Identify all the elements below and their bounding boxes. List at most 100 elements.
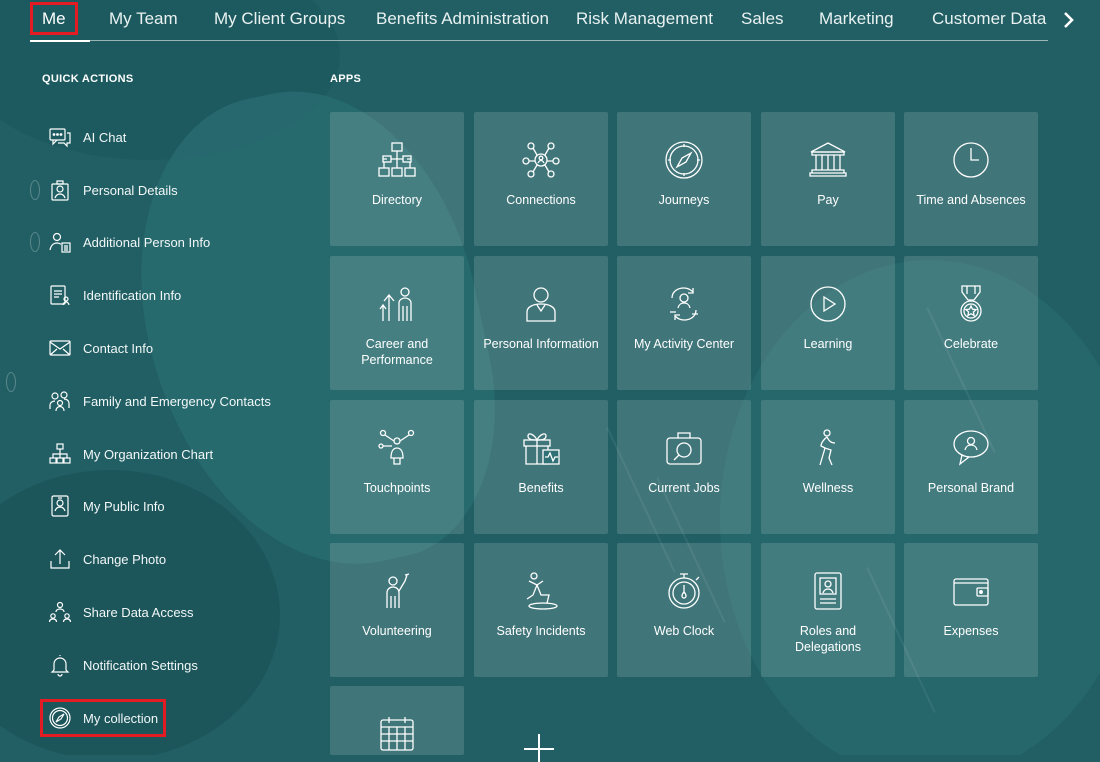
- active-tab-underline: [30, 40, 90, 42]
- app-tile-label: Benefits: [518, 481, 564, 495]
- app-tile-directory[interactable]: Directory: [330, 112, 464, 246]
- badge-icon: [51, 495, 69, 517]
- app-tile-label: Expenses: [943, 624, 999, 638]
- quick-action-label: Family and Emergency Contacts: [83, 393, 271, 409]
- app-tile-label: My Activity Center: [633, 337, 735, 351]
- app-tile-celebrate[interactable]: Celebrate: [904, 256, 1038, 390]
- compass-icon: [665, 141, 703, 179]
- quick-action-label: Share Data Access: [83, 604, 194, 620]
- app-tile-roles-and-delegations[interactable]: Roles and Delegations: [761, 543, 895, 677]
- app-tile-web-clock[interactable]: Web Clock: [617, 543, 751, 677]
- quick-action-my-public-info[interactable]: My Public Info: [48, 489, 308, 523]
- bank-icon: [809, 142, 847, 177]
- quick-action-label: Additional Person Info: [83, 234, 211, 250]
- connections-icon: [522, 142, 560, 178]
- nav-tab-customer-data[interactable]: Customer Data P: [932, 6, 1050, 32]
- app-tile-label: Current Jobs: [648, 481, 720, 495]
- app-tile-label: Connections: [506, 193, 576, 207]
- stopwatch-icon: [668, 573, 700, 609]
- app-tile-label: Pay: [817, 193, 839, 207]
- app-tile-label: Volunteering: [362, 624, 432, 638]
- nav-tab-benefits-administration[interactable]: Benefits Administration: [376, 6, 549, 32]
- app-tile-benefits[interactable]: Benefits: [474, 400, 608, 534]
- chevron-right-icon[interactable]: [1059, 10, 1079, 32]
- app-tile-label: Directory: [371, 193, 422, 207]
- person-card-icon: [51, 180, 69, 201]
- volunteer-icon: [386, 573, 410, 608]
- nav-tab-risk-management[interactable]: Risk Management: [576, 6, 713, 32]
- quick-action-label: Notification Settings: [83, 657, 198, 673]
- app-tile-current-jobs[interactable]: Current Jobs: [617, 400, 751, 534]
- family-icon: [49, 391, 70, 412]
- app-tile-safety-incidents[interactable]: Safety Incidents: [474, 543, 608, 677]
- decorative-ring: [6, 372, 16, 392]
- medal-icon: [960, 285, 982, 322]
- chat-icon: [49, 128, 71, 148]
- quick-action-label: Identification Info: [83, 287, 182, 303]
- app-tile-pay[interactable]: Pay: [761, 112, 895, 246]
- app-tile-connections[interactable]: Connections: [474, 112, 608, 246]
- app-tile-label: Journeys: [658, 193, 710, 207]
- nav-divider: [90, 40, 1048, 41]
- app-tile-label: Wellness: [802, 481, 854, 495]
- top-navigation: Me My Team My Client Groups Benefits Adm…: [0, 0, 1100, 42]
- quick-action-label: Personal Details: [83, 182, 178, 198]
- app-tile-label: Touchpoints: [363, 481, 431, 495]
- bell-icon: [50, 655, 70, 677]
- app-tile-touchpoints[interactable]: Touchpoints: [330, 400, 464, 534]
- app-tile-learning[interactable]: Learning: [761, 256, 895, 390]
- app-tile-journeys[interactable]: Journeys: [617, 112, 751, 246]
- share-people-icon: [48, 601, 72, 623]
- person-icon: [526, 287, 556, 322]
- nav-tab-my-team[interactable]: My Team: [109, 6, 178, 32]
- app-tile-label: Personal Information: [483, 337, 599, 351]
- decorative-ring: [30, 180, 40, 200]
- quick-action-family-contacts[interactable]: Family and Emergency Contacts: [48, 384, 308, 418]
- highlight-box-me: [30, 2, 78, 35]
- app-tile-volunteering[interactable]: Volunteering: [330, 543, 464, 677]
- play-icon: [810, 286, 846, 322]
- app-tile-time-and-absences[interactable]: Time and Absences: [904, 112, 1038, 246]
- app-tile-label: Safety Incidents: [496, 624, 586, 638]
- org-chart-icon: [49, 443, 71, 464]
- nav-tab-my-client-groups[interactable]: My Client Groups: [214, 6, 345, 32]
- app-tile-expenses[interactable]: Expenses: [904, 543, 1038, 677]
- roles-icon: [814, 572, 842, 610]
- directory-icon: [378, 142, 416, 177]
- quick-action-label: Change Photo: [83, 551, 167, 567]
- app-tile-personal-brand[interactable]: Personal Brand: [904, 400, 1038, 534]
- quick-action-personal-details[interactable]: Personal Details: [48, 173, 308, 207]
- nav-tab-marketing[interactable]: Marketing: [819, 6, 894, 32]
- app-tile-wellness[interactable]: Wellness: [761, 400, 895, 534]
- quick-action-contact-info[interactable]: Contact Info: [48, 331, 308, 365]
- highlight-box-my-collection: [40, 699, 166, 737]
- quick-action-org-chart[interactable]: My Organization Chart: [48, 437, 308, 471]
- wallet-icon: [953, 578, 989, 606]
- quick-action-label: My Public Info: [83, 498, 165, 514]
- quick-action-additional-person-info[interactable]: Additional Person Info: [48, 225, 308, 259]
- quick-actions-title: QUICK ACTIONS: [42, 73, 134, 85]
- quick-action-label: My Organization Chart: [83, 446, 214, 462]
- quick-action-label: AI Chat: [83, 129, 127, 145]
- quick-action-notification-settings[interactable]: Notification Settings: [48, 648, 308, 682]
- quick-action-identification-info[interactable]: Identification Info: [48, 278, 308, 312]
- quick-action-change-photo[interactable]: Change Photo: [48, 542, 308, 576]
- app-tile-career-and-performance[interactable]: Career and Performance: [330, 256, 464, 390]
- wellness-icon: [819, 429, 836, 466]
- plus-icon[interactable]: [520, 728, 558, 762]
- nav-overflow-clip: Customer Data P: [930, 0, 1050, 40]
- brand-chat-icon: [953, 430, 989, 466]
- app-tile-personal-information[interactable]: Personal Information: [474, 256, 608, 390]
- safety-icon: [526, 572, 558, 610]
- briefcase-icon: [666, 432, 702, 465]
- career-icon: [379, 287, 412, 321]
- app-tile-label: Learning: [803, 337, 853, 351]
- app-tile-my-activity-center[interactable]: My Activity Center: [617, 256, 751, 390]
- nav-tab-sales[interactable]: Sales: [741, 6, 784, 32]
- gift-icon: [523, 433, 560, 465]
- calendar-icon: [380, 717, 414, 751]
- quick-action-ai-chat[interactable]: AI Chat: [48, 120, 308, 154]
- quick-action-share-data-access[interactable]: Share Data Access: [48, 595, 308, 629]
- app-tile-label: Career and Performance: [361, 337, 433, 367]
- app-tile-calendar[interactable]: [330, 686, 464, 755]
